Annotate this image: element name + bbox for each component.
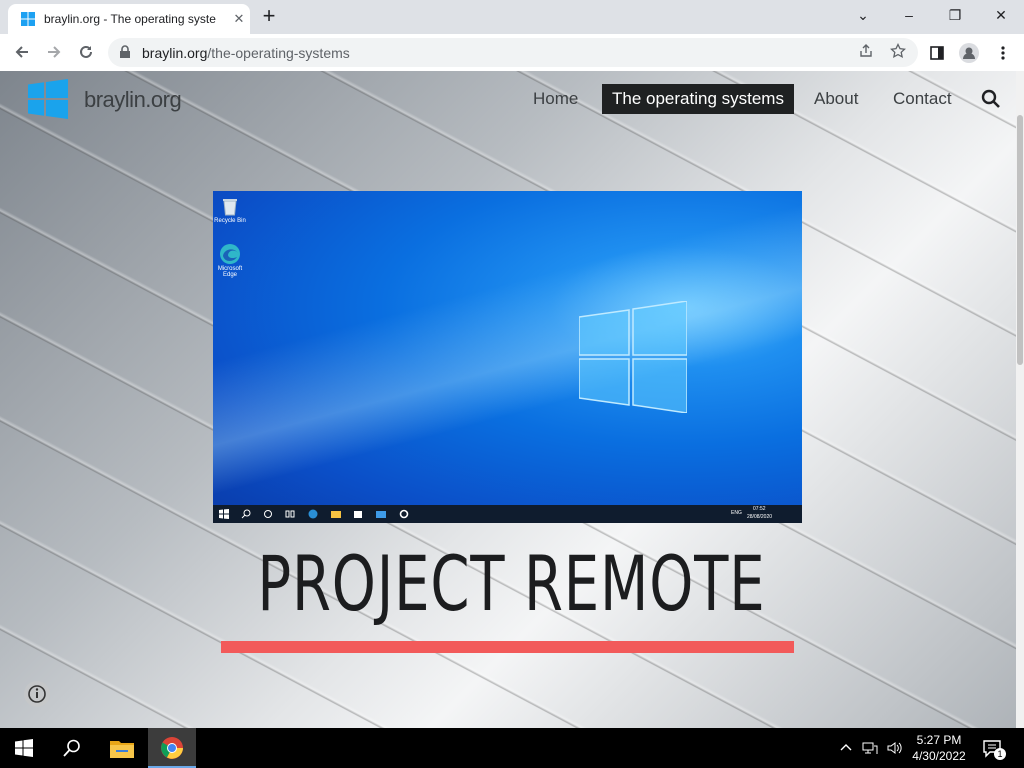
nav-operating-systems[interactable]: The operating systems bbox=[602, 84, 794, 114]
share-button[interactable] bbox=[856, 43, 876, 63]
nav-contact[interactable]: Contact bbox=[893, 84, 952, 114]
tray-time: 07:52 bbox=[753, 506, 766, 512]
light-beam bbox=[213, 191, 802, 523]
start-icon bbox=[15, 739, 33, 757]
search-icon[interactable] bbox=[980, 88, 1002, 110]
bookmark-button[interactable] bbox=[888, 42, 908, 63]
side-panel-button[interactable] bbox=[926, 42, 948, 64]
share-icon bbox=[860, 44, 872, 57]
new-tab-button[interactable]: + bbox=[258, 5, 280, 28]
windows-logo-glow-icon bbox=[579, 301, 687, 413]
chrome-button[interactable] bbox=[148, 728, 196, 768]
forward-arrow-icon bbox=[48, 46, 61, 58]
nav-about[interactable]: About bbox=[814, 84, 858, 114]
address-bar[interactable]: braylin.org/the-operating-systems bbox=[108, 38, 918, 67]
taskbar-search-button[interactable] bbox=[48, 728, 96, 768]
browser-tab[interactable]: braylin.org - The operating syste ✕ bbox=[8, 4, 250, 34]
tab-title: braylin.org - The operating syste bbox=[44, 12, 216, 26]
minimize-button[interactable]: – bbox=[886, 0, 932, 32]
store-icon bbox=[354, 511, 362, 518]
recycle-bin-icon bbox=[223, 199, 237, 216]
clock-date: 4/30/2022 bbox=[912, 749, 966, 763]
page-headline: PROJECT REMOTE bbox=[257, 539, 766, 628]
info-button[interactable] bbox=[24, 681, 50, 707]
web-page: braylin.org Home The operating systems A… bbox=[0, 71, 1016, 728]
tab-close-button[interactable]: ✕ bbox=[230, 10, 248, 28]
windows-favicon-icon bbox=[21, 12, 35, 26]
tab-strip: braylin.org - The operating syste ✕ + ⌄ … bbox=[0, 0, 1024, 34]
chrome-icon bbox=[161, 737, 183, 759]
info-icon bbox=[28, 685, 46, 703]
cortana-icon bbox=[264, 510, 272, 518]
search-icon bbox=[63, 739, 80, 757]
reload-button[interactable] bbox=[74, 40, 98, 64]
nav-home[interactable]: Home bbox=[533, 84, 578, 114]
file-explorer-button[interactable] bbox=[98, 728, 146, 768]
page-scrollbar[interactable] bbox=[1016, 71, 1024, 728]
url-text: braylin.org/the-operating-systems bbox=[142, 45, 350, 61]
edge-icon bbox=[220, 244, 240, 264]
desktop-label: Recycle Bin bbox=[214, 218, 246, 224]
system-clock[interactable]: 5:27 PM 4/30/2022 bbox=[906, 732, 972, 764]
clock-time: 5:27 PM bbox=[916, 733, 962, 747]
back-button[interactable] bbox=[10, 40, 34, 64]
volume-icon[interactable] bbox=[886, 740, 902, 756]
url-host: braylin.org bbox=[142, 45, 208, 61]
start-button[interactable] bbox=[0, 728, 48, 768]
tab-search-button[interactable]: ⌄ bbox=[840, 0, 886, 32]
search-icon bbox=[241, 509, 251, 519]
star-icon bbox=[890, 42, 906, 59]
windows-taskbar: 5:27 PM 4/30/2022 1 bbox=[0, 728, 1024, 768]
start-icon bbox=[219, 509, 229, 519]
desktop-label: Microsoft Edge bbox=[217, 266, 243, 278]
tray-date: 28/08/2020 bbox=[747, 514, 773, 520]
kebab-menu-icon bbox=[1001, 46, 1005, 60]
restore-button[interactable]: ❐ bbox=[932, 0, 978, 32]
file-explorer-icon bbox=[331, 511, 341, 518]
reload-icon bbox=[80, 45, 92, 58]
windows-desktop-image: Recycle Bin Microsoft Edge ENG 07:52 28/… bbox=[213, 191, 802, 523]
windows-logo-icon[interactable] bbox=[28, 79, 68, 119]
scrollbar-thumb[interactable] bbox=[1017, 115, 1023, 365]
action-center-button[interactable]: 1 bbox=[982, 738, 1006, 760]
chevron-up-icon[interactable] bbox=[838, 740, 854, 756]
network-icon[interactable] bbox=[862, 740, 878, 756]
file-explorer-icon bbox=[110, 741, 134, 758]
profile-button[interactable] bbox=[958, 42, 980, 64]
edge-icon bbox=[308, 509, 318, 519]
site-name[interactable]: braylin.org bbox=[84, 87, 182, 113]
side-panel-icon bbox=[930, 46, 944, 60]
screenshot-taskbar: ENG 07:52 28/08/2020 bbox=[213, 505, 802, 523]
menu-button[interactable] bbox=[992, 42, 1014, 64]
tray-language: ENG bbox=[731, 510, 742, 516]
browser-toolbar: braylin.org/the-operating-systems bbox=[0, 34, 1024, 72]
notification-badge: 1 bbox=[994, 748, 1006, 760]
mail-icon bbox=[376, 511, 386, 518]
settings-icon bbox=[399, 509, 409, 519]
headline-underline bbox=[221, 641, 794, 653]
avatar-icon bbox=[959, 43, 979, 63]
url-path: /the-operating-systems bbox=[207, 45, 350, 61]
task-view-icon bbox=[285, 510, 295, 518]
forward-button[interactable] bbox=[42, 40, 66, 64]
lock-icon bbox=[120, 45, 130, 58]
back-arrow-icon bbox=[15, 46, 28, 58]
close-window-button[interactable]: ✕ bbox=[978, 0, 1024, 32]
